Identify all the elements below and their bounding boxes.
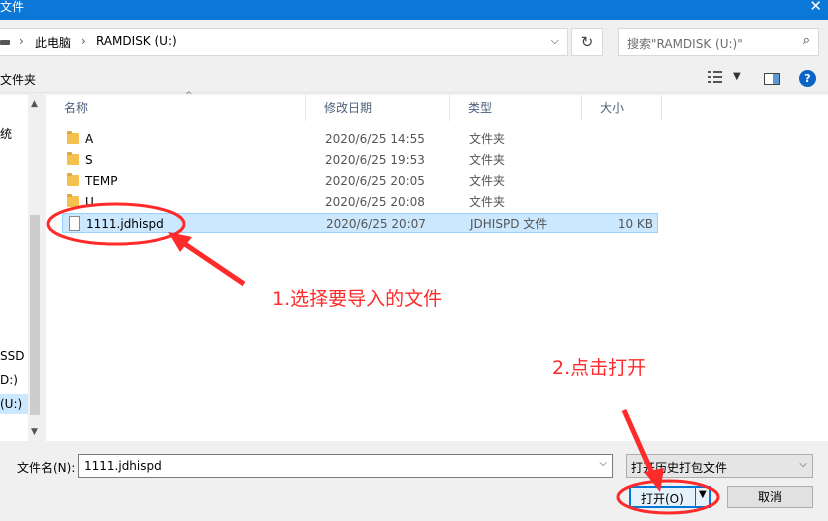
file-type: 文件夹 [469,153,506,167]
search-placeholder: 搜索"RAMDISK (U:)" [627,37,743,51]
file-date: 2020/6/25 19:53 [325,153,425,167]
list-item[interactable]: A 2020/6/25 14:55 文件夹 [62,129,658,149]
file-type-filter-value: 打开历史打包文件 [631,461,728,475]
list-item[interactable]: S 2020/6/25 19:53 文件夹 [62,150,658,170]
file-list: 名称 ^ 修改日期 类型 大小 A 2020/6/25 14:55 文件夹 S … [46,91,828,441]
list-item[interactable]: U 2020/6/25 20:08 文件夹 [62,192,658,212]
refresh-icon: ↻ [580,33,594,51]
nav-item[interactable]: D:) [0,373,18,387]
column-header-type[interactable]: 类型 [450,95,582,121]
file-name: S [85,153,93,167]
file-name: A [85,132,94,146]
nav-scrollbar[interactable]: ▲ ▼ [28,95,42,441]
new-folder-button[interactable]: 文件夹 [0,71,36,88]
cancel-button[interactable]: 取消 [727,486,813,508]
file-size: 10 KB [617,217,653,231]
scroll-thumb[interactable] [30,215,40,415]
filename-combobox[interactable]: ⌵ [78,454,613,478]
folder-icon [67,131,79,144]
title-bar: 文件 ✕ [0,0,828,20]
view-dropdown-icon[interactable]: ▼ [733,71,741,82]
refresh-button[interactable]: ↻ [571,28,603,56]
breadcrumb-this-pc[interactable]: 此电脑 [35,34,71,51]
file-type: 文件夹 [469,195,506,209]
open-button[interactable]: 打开(O) ▼ [629,486,711,508]
annotation-step1: 1.选择要导入的文件 [272,288,443,310]
file-type: JDHISPD 文件 [470,217,548,231]
nav-item-ramdisk[interactable]: (U:) [0,394,28,414]
list-item[interactable]: TEMP 2020/6/25 20:05 文件夹 [62,171,658,191]
file-name: TEMP [85,174,118,188]
breadcrumb-separator-icon: › [81,34,86,48]
column-header-name[interactable]: 名称 [46,95,306,121]
drive-icon [0,40,10,45]
nav-item[interactable]: SSD [0,349,24,363]
file-type-filter[interactable]: 打开历史打包文件 ⌵ [626,454,813,478]
file-icon [69,216,80,231]
breadcrumb-separator-icon: › [19,34,24,48]
help-icon[interactable]: ? [799,70,816,87]
address-dropdown-icon[interactable]: ⌵ [551,34,559,48]
folder-icon [67,194,79,207]
nav-item[interactable]: 统 [0,125,12,142]
open-button-label: 打开(O) [641,492,684,506]
breadcrumb-ramdisk[interactable]: RAMDISK (U:) [96,34,177,48]
folder-icon [67,173,79,186]
scroll-down-icon[interactable]: ▼ [31,427,38,437]
address-bar[interactable]: › 此电脑 › RAMDISK (U:) ⌵ [0,28,568,56]
file-name: 1111.jdhispd [86,217,164,231]
file-date: 2020/6/25 14:55 [325,132,425,146]
file-type: 文件夹 [469,132,506,146]
sort-ascending-icon: ^ [185,91,193,101]
list-item-selected[interactable]: 1111.jdhispd 2020/6/25 20:07 JDHISPD 文件 … [62,213,658,233]
column-header-size[interactable]: 大小 [582,95,662,121]
close-icon[interactable]: ✕ [809,0,822,14]
file-date: 2020/6/25 20:08 [325,195,425,209]
folder-icon [67,152,79,165]
file-type: 文件夹 [469,174,506,188]
column-headers: 名称 ^ 修改日期 类型 大小 [46,91,828,121]
file-name: U [85,195,94,209]
toolbar: 文件夹 ▼ ? [0,63,828,93]
search-box[interactable]: 搜索"RAMDISK (U:)" ⌕ [618,28,819,56]
filename-label: 文件名(N): [17,461,76,475]
filter-dropdown-icon[interactable]: ⌵ [799,459,807,470]
view-options-icon[interactable] [708,70,724,84]
annotation-step2: 2.点击打开 [552,357,647,379]
scroll-up-icon[interactable]: ▲ [31,99,38,109]
filename-input[interactable] [84,458,584,474]
filename-dropdown-icon[interactable]: ⌵ [599,458,607,469]
window-title: 文件 [0,0,25,14]
open-file-dialog: 文件 ✕ › 此电脑 › RAMDISK (U:) ⌵ ↻ 搜索"RAMDISK… [0,0,828,521]
open-dropdown-icon[interactable]: ▼ [699,489,707,500]
open-button-divider [695,488,696,506]
search-icon[interactable]: ⌕ [803,33,810,48]
file-date: 2020/6/25 20:05 [325,174,425,188]
file-date: 2020/6/25 20:07 [326,217,426,231]
preview-pane-icon[interactable] [764,73,780,85]
column-header-date[interactable]: 修改日期 [306,95,450,121]
